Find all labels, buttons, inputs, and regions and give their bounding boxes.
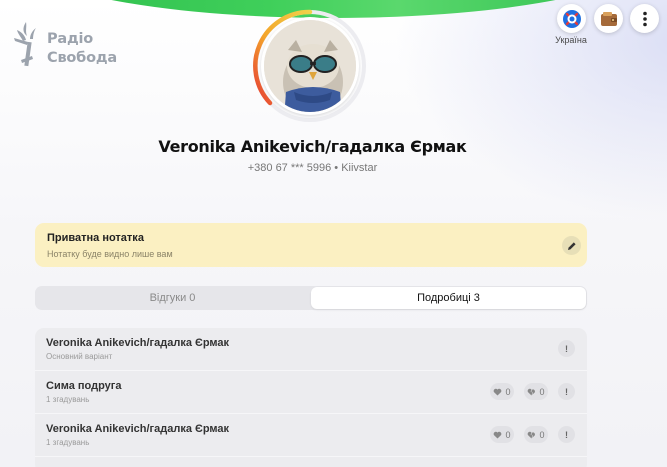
details-list: Veronika Anikevich/гадалка Єрмак Основни… — [35, 328, 587, 467]
row-divider — [35, 456, 587, 457]
detail-name: Veronika Anikevich/гадалка Єрмак — [46, 423, 230, 435]
wallet-icon — [600, 11, 617, 26]
report-button[interactable]: ! — [558, 383, 575, 400]
report-button[interactable]: ! — [558, 340, 575, 357]
region-label: Україна — [555, 35, 587, 45]
like-count: 0 — [505, 386, 511, 397]
report-button[interactable]: ! — [558, 426, 575, 443]
list-item[interactable]: Сима подруга 1 згадувань 0 0 ! — [35, 371, 587, 414]
dislike-count: 0 — [539, 429, 545, 440]
region-button[interactable] — [557, 4, 586, 33]
broken-heart-icon — [528, 431, 536, 439]
heart-icon — [494, 388, 502, 396]
detail-name: Veronika Anikevich/гадалка Єрмак — [46, 337, 230, 349]
broken-heart-icon — [528, 388, 536, 396]
region-shield-icon — [562, 9, 581, 28]
dislike-count: 0 — [539, 386, 545, 397]
contact-phone: +380 67 *** 5996 • Kiivstar — [247, 162, 378, 174]
dislike-button[interactable]: 0 — [524, 383, 548, 400]
dislike-button[interactable]: 0 — [524, 426, 548, 443]
list-item[interactable]: Veronika Anikevich/гадалка Єрмак Основни… — [35, 328, 587, 371]
tab-reviews[interactable]: Відгуки 0 — [36, 287, 309, 309]
logo-line-2: Свобода — [47, 50, 117, 66]
profile-avatar-block — [252, 8, 368, 124]
heart-icon — [494, 431, 502, 439]
logo-wordmark: Радіо Свобода — [47, 30, 117, 68]
detail-subtitle: 1 згадувань — [46, 438, 90, 447]
like-button[interactable]: 0 — [490, 383, 514, 400]
avatar[interactable] — [261, 17, 359, 115]
detail-subtitle: Основний варіант — [46, 352, 113, 361]
pencil-icon — [567, 241, 576, 250]
list-item[interactable]: Veronika Anikevich/гадалка Єрмак 1 згаду… — [35, 414, 587, 457]
tab-details[interactable]: Подробиці 3 — [311, 287, 586, 309]
detail-subtitle: 1 згадувань — [46, 395, 90, 404]
note-subtitle: Нотатку буде видно лише вам — [47, 249, 173, 259]
exclamation-icon: ! — [565, 429, 568, 440]
radio-svoboda-logo[interactable]: Радіо Свобода — [12, 20, 132, 72]
note-title: Приватна нотатка — [47, 232, 144, 244]
detail-name: Сима подруга — [46, 380, 122, 392]
exclamation-icon: ! — [565, 343, 568, 354]
edit-note-button[interactable] — [562, 236, 581, 255]
logo-line-1: Радіо — [47, 31, 94, 47]
exclamation-icon: ! — [565, 386, 568, 397]
torch-logo-icon — [14, 22, 36, 67]
wallet-button[interactable] — [594, 4, 623, 33]
private-note-card[interactable]: Приватна нотатка Нотатку буде видно лише… — [35, 223, 587, 267]
more-menu-button[interactable] — [630, 4, 659, 33]
more-vertical-icon — [642, 11, 647, 26]
like-count: 0 — [505, 429, 511, 440]
like-button[interactable]: 0 — [490, 426, 514, 443]
profile-tabs: Відгуки 0 Подробиці 3 — [35, 286, 587, 310]
contact-name: Veronika Anikevich/гадалка Єрмак — [158, 137, 467, 156]
